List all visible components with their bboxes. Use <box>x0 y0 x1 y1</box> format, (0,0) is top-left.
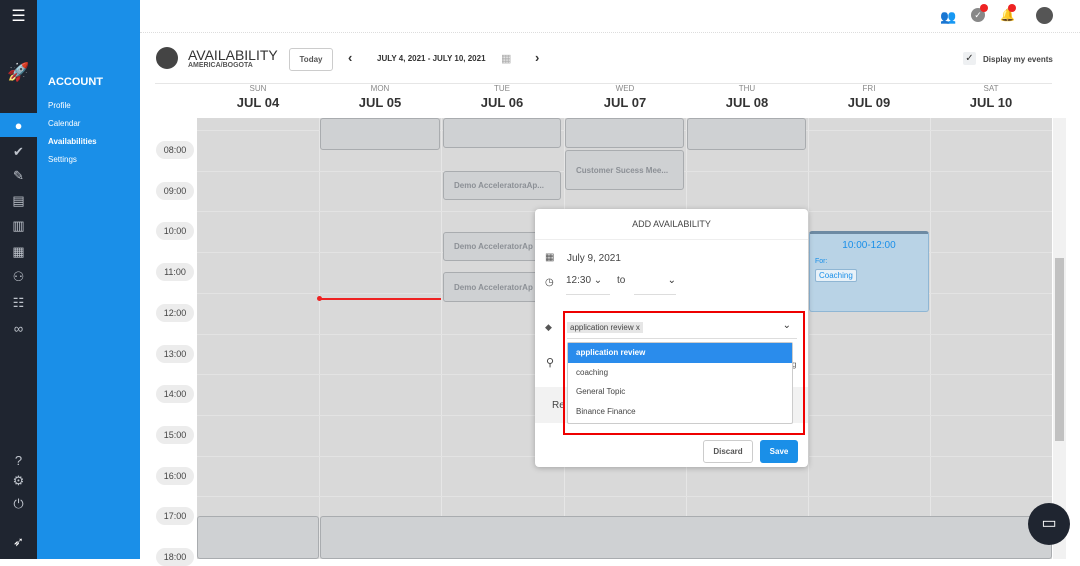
scrollbar[interactable] <box>1053 118 1066 559</box>
nav-settings[interactable]: Settings <box>48 155 77 164</box>
save-button[interactable]: Save <box>760 440 798 463</box>
nav-calendar[interactable]: Calendar <box>48 119 80 128</box>
hour-line <box>197 496 1052 498</box>
user-icon[interactable]: ● <box>0 113 37 137</box>
day-header-sat: SAT JUL 10 <box>930 84 1052 110</box>
clock-icon: ◷ <box>545 277 554 288</box>
nav-availabilities[interactable]: Availabilities <box>48 137 97 146</box>
event-block[interactable] <box>687 118 806 150</box>
icon-rail: ☰ 🚀 ● ✔ ✎ ▤ ▥ ▦ ⚇ ☷ ∞ ? ⚙ ⏻ ➶ <box>0 0 37 559</box>
day-header-fri: FRI JUL 09 <box>808 84 930 110</box>
account-panel: ACCOUNT Profile Calendar Availabilities … <box>37 0 140 559</box>
day-header-thu: THU JUL 08 <box>686 84 808 110</box>
event-block[interactable] <box>443 118 561 148</box>
rocket-logo-icon: 🚀 <box>7 61 30 82</box>
calendar-icon: ▦ <box>545 252 555 263</box>
time-label: 08:00 <box>156 141 194 159</box>
highlight-box <box>563 311 805 435</box>
discard-button[interactable]: Discard <box>703 440 753 463</box>
display-events-checkbox[interactable]: ✓ <box>963 52 976 65</box>
org-icon[interactable]: ▦ <box>0 240 37 264</box>
event-block[interactable] <box>320 118 440 150</box>
chart-icon[interactable]: ▤ <box>0 189 37 213</box>
event-customer-success[interactable]: Customer Sucess Mee... <box>565 150 684 190</box>
time-label: 15:00 <box>156 425 194 444</box>
chat-widget-button[interactable]: ▭ <box>1028 503 1070 545</box>
top-bar: 👥 ✓ 🔔 <box>140 0 1080 33</box>
day-date: JUL 08 <box>725 95 769 110</box>
account-heading: ACCOUNT <box>48 76 103 88</box>
time-label: 12:00 <box>156 303 194 322</box>
time-label: 09:00 <box>156 181 194 200</box>
timezone: AMERICA/BOGOTA <box>188 62 253 69</box>
check-icon[interactable]: ✔ <box>0 140 37 164</box>
time-label: 13:00 <box>156 344 194 363</box>
time-label: 17:00 <box>156 507 194 526</box>
profile-avatar <box>156 47 178 69</box>
link-icon[interactable]: ∞ <box>0 316 37 340</box>
day-date: JUL 09 <box>847 95 891 110</box>
fri-availability-block[interactable]: 10:00-12:00 For: Coaching <box>809 231 929 312</box>
day-name: FRI <box>862 84 876 93</box>
event-block[interactable] <box>320 516 1052 559</box>
page-title: AVAILABILITY <box>188 47 278 63</box>
day-date: JUL 07 <box>603 95 647 110</box>
date-range: JULY 4, 2021 - JULY 10, 2021 <box>377 54 486 63</box>
time-label: 10:00 <box>156 222 194 241</box>
power-icon[interactable]: ⏻ <box>0 492 37 516</box>
day-date: JUL 06 <box>480 95 524 110</box>
time-label: 11:00 <box>156 263 194 282</box>
book-icon[interactable]: ▥ <box>0 214 37 238</box>
day-name: TUE <box>494 84 510 93</box>
display-events-label: Display my events <box>983 55 1053 64</box>
availability-time: 10:00-12:00 <box>842 240 896 251</box>
day-header-wed: WED JUL 07 <box>564 84 686 110</box>
megaphone-icon[interactable]: ✎ <box>0 164 37 188</box>
day-name: SAT <box>983 84 999 93</box>
day-name: SUN <box>249 84 267 93</box>
gear-icon[interactable]: ⚙ <box>0 469 37 493</box>
day-name: MON <box>370 84 390 93</box>
day-name: WED <box>615 84 635 93</box>
event-demo[interactable]: Demo AcceleratoraAp... <box>443 171 561 200</box>
event-block[interactable] <box>565 118 684 148</box>
next-week-button[interactable]: › <box>535 50 539 65</box>
day-header-sun: SUN JUL 04 <box>197 84 319 110</box>
day-date: JUL 10 <box>969 95 1013 110</box>
popup-title: ADD AVAILABILITY <box>535 209 808 240</box>
nav-profile[interactable]: Profile <box>48 101 71 110</box>
tasks-badge <box>980 4 988 12</box>
day-date: JUL 05 <box>358 95 402 110</box>
time-label: 18:00 <box>156 548 194 566</box>
users-icon[interactable]: ⚇ <box>0 265 37 289</box>
to-label: to <box>617 275 626 286</box>
for-label: For: <box>815 258 828 265</box>
rocket-icon: ➶ <box>13 534 24 549</box>
calendar-picker-icon[interactable]: ▦ <box>501 52 511 65</box>
current-time-line <box>319 298 441 300</box>
current-time-dot <box>317 296 322 301</box>
coaching-tag: Coaching <box>815 269 857 282</box>
date-value: July 9, 2021 <box>567 253 621 264</box>
day-header-mon: MON JUL 05 <box>319 84 441 110</box>
start-time-value: 12:30 <box>566 275 592 286</box>
user-avatar[interactable] <box>1036 7 1053 24</box>
people-icon[interactable]: 👥 <box>940 9 956 25</box>
start-time-select[interactable]: 12:30 ⌄ <box>566 275 610 295</box>
today-button[interactable]: Today <box>289 48 333 71</box>
location-icon: ⚲ <box>546 357 555 369</box>
event-block[interactable] <box>197 516 319 559</box>
day-header-tue: TUE JUL 06 <box>441 84 563 110</box>
prev-week-button[interactable]: ‹ <box>348 50 352 65</box>
menu-icon[interactable]: ☰ <box>0 4 37 28</box>
time-label: 16:00 <box>156 466 194 485</box>
sliders-icon[interactable]: ☷ <box>0 291 37 315</box>
tag-icon: ◆ <box>545 322 552 332</box>
bell-badge <box>1008 4 1016 12</box>
day-name: THU <box>738 84 756 93</box>
day-date: JUL 04 <box>236 95 280 110</box>
end-time-select[interactable]: ⌄ <box>634 275 676 295</box>
time-label: 14:00 <box>156 385 194 404</box>
